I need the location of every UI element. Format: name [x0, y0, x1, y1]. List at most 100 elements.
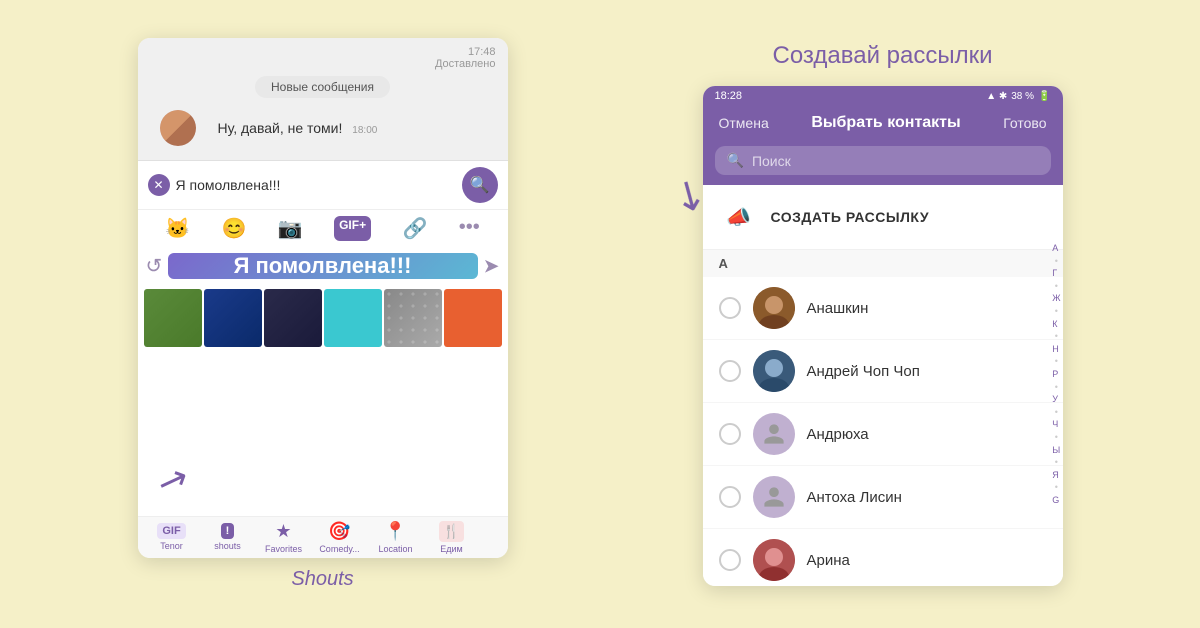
alpha-dot-2: • [1052, 280, 1060, 293]
alpha-dot-5: • [1052, 355, 1060, 368]
left-section: 17:48 Доставлено Новые сообщения Ну, дав… [138, 38, 508, 591]
incoming-time: 18:00 [352, 125, 377, 136]
sticker-prev-icon[interactable]: ↺ [146, 253, 163, 278]
emoji-smile-icon[interactable]: 😊 [221, 216, 246, 241]
contacts-list: 📣 СОЗДАТЬ РАССЫЛКУ А Анашкин [703, 185, 1063, 586]
alpha-k[interactable]: К [1052, 318, 1060, 331]
contact-name-andryukha: Андрюха [807, 426, 1047, 443]
alpha-ch[interactable]: Ч [1052, 418, 1060, 431]
alpha-dot-10: • [1052, 481, 1060, 494]
alpha-n[interactable]: Н [1052, 343, 1060, 356]
clear-icon[interactable]: ✕ [148, 174, 170, 196]
broadcast-row[interactable]: 📣 СОЗДАТЬ РАССЫЛКУ [703, 185, 1063, 250]
emoji-link-icon[interactable]: 🔗 [402, 216, 427, 241]
sticker-next-icon[interactable]: ➤ [483, 253, 500, 278]
alpha-dot-4: • [1052, 330, 1060, 343]
contact-name-anashkin: Анашкин [807, 300, 1047, 317]
search-placeholder: Поиск [752, 153, 791, 169]
avatar-andrey [753, 350, 795, 392]
sticker-tabs: GIF Tenor ! shouts ★ Favorites 🎯 Comedy.… [138, 516, 508, 558]
comedy-label: Comedy... [319, 544, 359, 554]
contact-name-arina: Арина [807, 552, 1047, 569]
right-section: Создавай рассылки ↘ 18:28 ▲ ✱ 38 % 🔋 Отм… [703, 42, 1063, 586]
contact-row-andryukha[interactable]: Андрюха [703, 403, 1063, 466]
search-input-box[interactable]: 🔍 Поиск [715, 146, 1051, 175]
checkbox-anashkin[interactable] [719, 297, 741, 319]
input-area[interactable]: ✕ Я помолвлена!!! 🔍 [138, 160, 508, 209]
sticker-tab-edim[interactable]: 🍴 Едим [426, 521, 478, 554]
favorites-label: Favorites [265, 544, 302, 554]
chat-top: 17:48 Доставлено Новые сообщения Ну, дав… [138, 38, 508, 160]
emoji-camera-icon[interactable]: 📷 [278, 216, 303, 241]
new-messages-btn[interactable]: Новые сообщения [255, 76, 390, 98]
contact-name-andrey: Андрей Чоп Чоп [807, 363, 1047, 380]
checkbox-andrey[interactable] [719, 360, 741, 382]
sticker-thumb-1[interactable] [144, 289, 202, 347]
broadcast-icon: 📣 [719, 197, 759, 237]
sender-avatar [160, 110, 196, 146]
contact-row-arina[interactable]: Арина [703, 529, 1063, 586]
sticker-main[interactable]: Я помолвлена!!! ↺ ➤ [168, 253, 478, 279]
checkbox-antoha[interactable] [719, 486, 741, 508]
incoming-text: Ну, давай, не томи! [218, 120, 343, 136]
time-delivered: 17:48 Доставлено [150, 46, 496, 70]
alpha-dot-9: • [1052, 456, 1060, 469]
shouts-tab-label: shouts [214, 541, 241, 551]
incoming-message-row: Ну, давай, не томи! 18:00 [150, 104, 496, 152]
alpha-dot-6: • [1052, 381, 1060, 394]
alpha-r[interactable]: Р [1052, 368, 1060, 381]
incoming-bubble: Ну, давай, не томи! 18:00 [204, 112, 392, 144]
contact-row-antoha[interactable]: Антоха Лисин [703, 466, 1063, 529]
emoji-cat-icon[interactable]: 🐱 [165, 216, 190, 241]
alpha-y[interactable]: Ы [1052, 444, 1060, 457]
done-button[interactable]: Готово [1003, 115, 1046, 131]
phone-left: 17:48 Доставлено Новые сообщения Ну, дав… [138, 38, 508, 558]
avatar-antoha [753, 476, 795, 518]
alpha-gc[interactable]: G [1052, 494, 1060, 507]
favorites-star-icon: ★ [275, 521, 291, 542]
search-button[interactable]: 🔍 [462, 167, 498, 203]
sticker-tab-location[interactable]: 📍 Location [370, 521, 422, 554]
alpha-dot-1: • [1052, 255, 1060, 268]
sticker-thumb-2[interactable] [204, 289, 262, 347]
emoji-more-icon[interactable]: ••• [459, 216, 480, 241]
sticker-tab-shouts[interactable]: ! shouts [202, 523, 254, 551]
sticker-thumb-4[interactable] [324, 289, 382, 347]
status-time: 18:28 [715, 90, 743, 102]
edim-icon: 🍴 [439, 521, 464, 542]
sticker-thumb-3[interactable] [264, 289, 322, 347]
contact-name-antoha: Антоха Лисин [807, 489, 1047, 506]
emoji-toolbar: 🐱 😊 📷 GIF+ 🔗 ••• [138, 209, 508, 247]
alpha-zh[interactable]: Ж [1052, 292, 1060, 305]
avatar-arina [753, 539, 795, 581]
status-bar: 18:28 ▲ ✱ 38 % 🔋 [703, 86, 1063, 106]
contact-row-anashkin[interactable]: Анашкин [703, 277, 1063, 340]
sticker-tab-favorites[interactable]: ★ Favorites [258, 521, 310, 554]
nav-bar: Отмена Выбрать контакты Готово [703, 106, 1063, 140]
alpha-ya[interactable]: Я [1052, 469, 1060, 482]
cancel-button[interactable]: Отмена [719, 115, 769, 131]
sticker-tab-comedy[interactable]: 🎯 Comedy... [314, 521, 366, 554]
alpha-g[interactable]: Г [1052, 267, 1060, 280]
input-text[interactable]: Я помолвлена!!! [176, 177, 456, 193]
gif-plus-button[interactable]: GIF+ [334, 216, 371, 241]
phone-right: 18:28 ▲ ✱ 38 % 🔋 Отмена Выбрать контакты… [703, 86, 1063, 586]
checkbox-arina[interactable] [719, 549, 741, 571]
search-icon: 🔍 [727, 152, 744, 169]
section-header-a: А [703, 250, 1063, 277]
battery-icon: 🔋 [1038, 91, 1050, 102]
checkbox-andryukha[interactable] [719, 423, 741, 445]
avatar-andryukha [753, 413, 795, 455]
new-messages-badge: Новые сообщения [150, 76, 496, 98]
location-label: Location [378, 544, 412, 554]
main-container: 17:48 Доставлено Новые сообщения Ну, дав… [0, 0, 1200, 628]
signal-icon: ▲ ✱ [986, 91, 1007, 102]
sticker-thumbnails [138, 289, 508, 516]
gif-box: GIF [157, 523, 185, 539]
contact-row-andrey[interactable]: Андрей Чоп Чоп [703, 340, 1063, 403]
sticker-thumb-6[interactable] [444, 289, 502, 347]
sticker-tab-tenor[interactable]: GIF Tenor [146, 523, 198, 551]
alpha-a[interactable]: А [1052, 242, 1060, 255]
sticker-thumb-5[interactable] [384, 289, 442, 347]
alpha-u[interactable]: У [1052, 393, 1060, 406]
